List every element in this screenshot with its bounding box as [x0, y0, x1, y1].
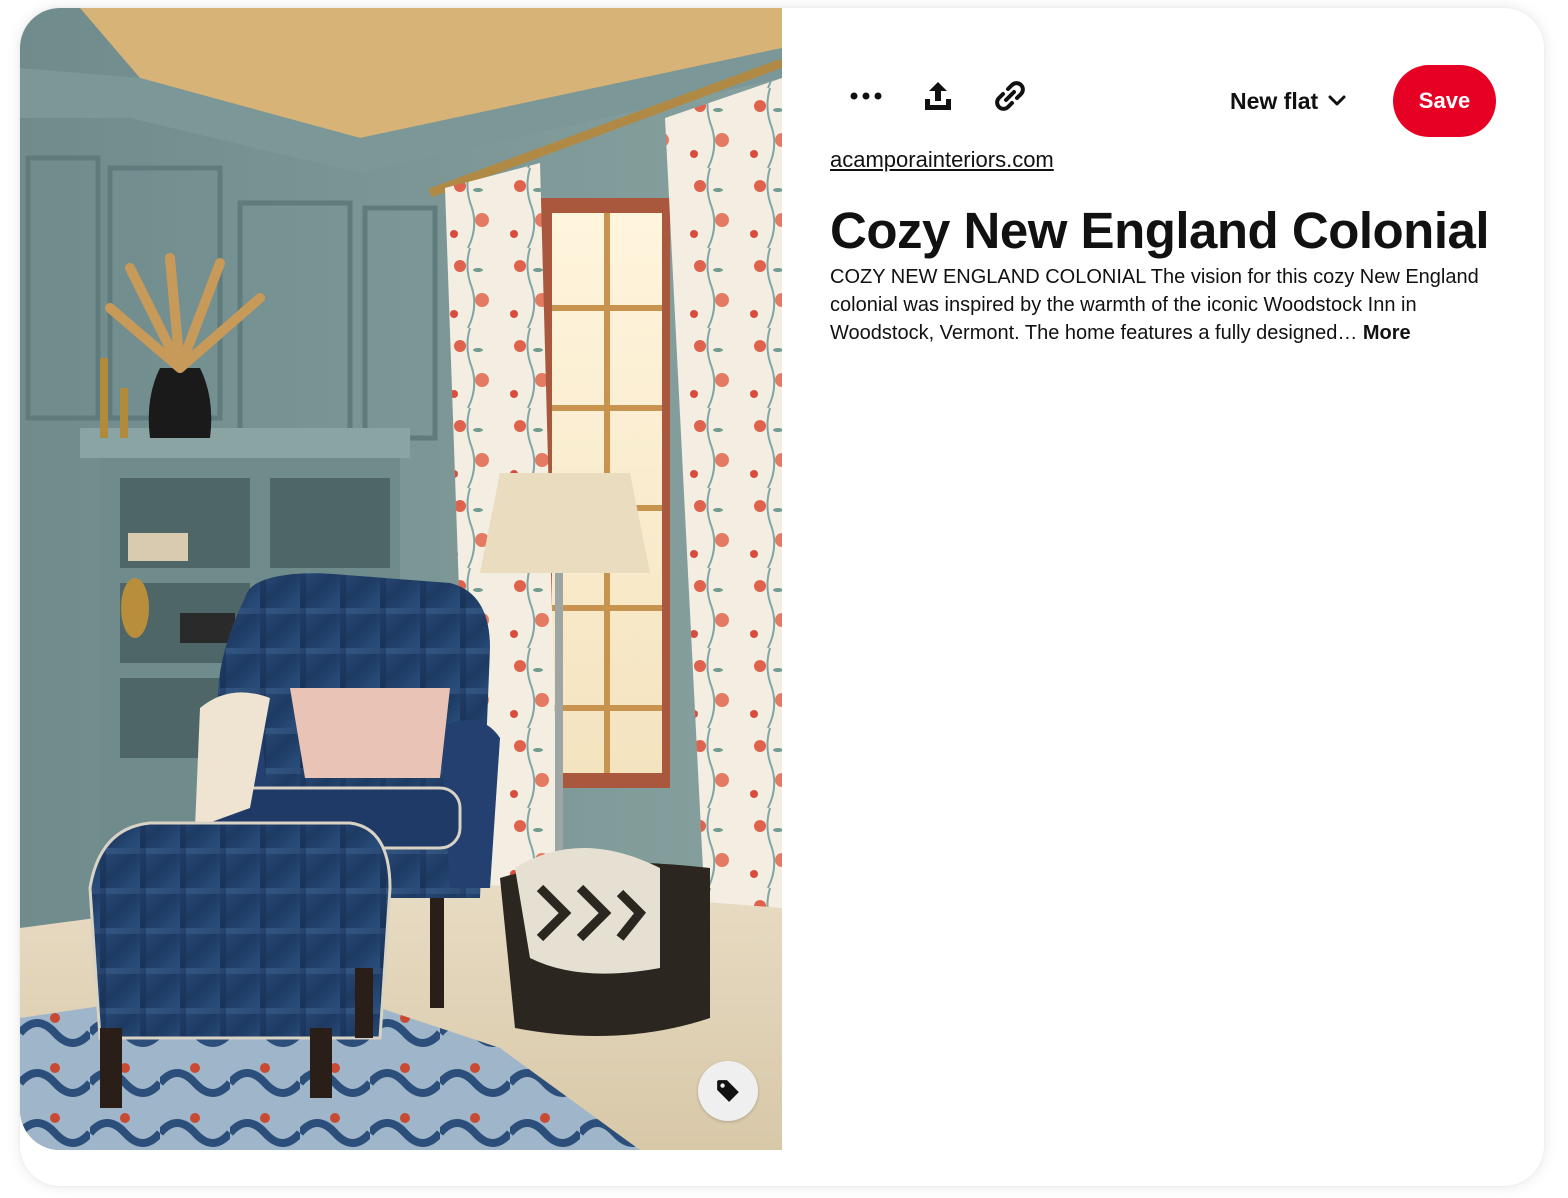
interior-photo	[20, 8, 782, 1150]
pin-card: New flat Save acamporainteriors.com Cozy…	[20, 8, 1544, 1186]
board-dropdown[interactable]: New flat	[1230, 78, 1346, 124]
source-link[interactable]: acamporainteriors.com	[830, 147, 1054, 173]
share-icon	[925, 82, 951, 110]
product-tag-button[interactable]	[698, 1061, 758, 1121]
share-button[interactable]	[910, 68, 966, 124]
ellipsis-icon	[850, 92, 882, 100]
chevron-down-icon	[1328, 95, 1346, 106]
pin-image[interactable]	[20, 8, 782, 1150]
link-icon	[995, 81, 1025, 111]
pin-description: COZY NEW ENGLAND COLONIAL The vision for…	[830, 263, 1510, 347]
tag-icon	[717, 1080, 739, 1102]
copy-link-button[interactable]	[982, 68, 1038, 124]
more-link[interactable]: More	[1363, 322, 1411, 344]
board-dropdown-label: New flat	[1230, 87, 1319, 114]
more-options-button[interactable]	[838, 68, 894, 124]
save-button[interactable]: Save	[1393, 65, 1496, 137]
pin-title: Cozy New England Colonial	[830, 202, 1490, 259]
